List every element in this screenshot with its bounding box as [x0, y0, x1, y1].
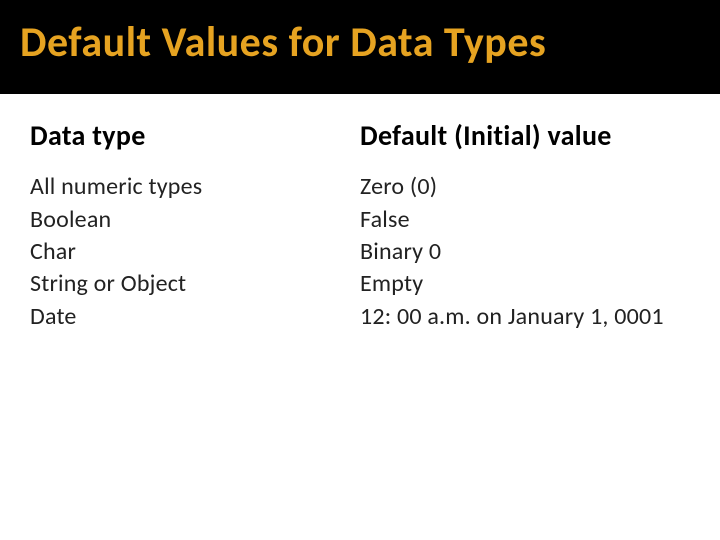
- cell-value: False: [360, 204, 690, 236]
- slide-title: Default Values for Data Types: [20, 20, 700, 66]
- cell-type: String or Object: [30, 268, 360, 300]
- cell-value: Binary 0: [360, 236, 690, 268]
- cell-value: Zero (0): [360, 171, 690, 203]
- cell-value: Empty: [360, 268, 690, 300]
- title-bar: Default Values for Data Types: [0, 0, 720, 94]
- content-area: Data type All numeric types Boolean Char…: [0, 94, 720, 333]
- cell-type: Boolean: [30, 204, 360, 236]
- header-data-type: Data type: [30, 118, 360, 153]
- cell-type: Char: [30, 236, 360, 268]
- column-default-value: Default (Initial) value Zero (0) False B…: [360, 118, 690, 333]
- cell-type: All numeric types: [30, 171, 360, 203]
- cell-value: 12: 00 a.m. on January 1, 0001: [360, 301, 690, 333]
- cell-type: Date: [30, 301, 360, 333]
- column-data-type: Data type All numeric types Boolean Char…: [30, 118, 360, 333]
- header-default-value: Default (Initial) value: [360, 118, 690, 153]
